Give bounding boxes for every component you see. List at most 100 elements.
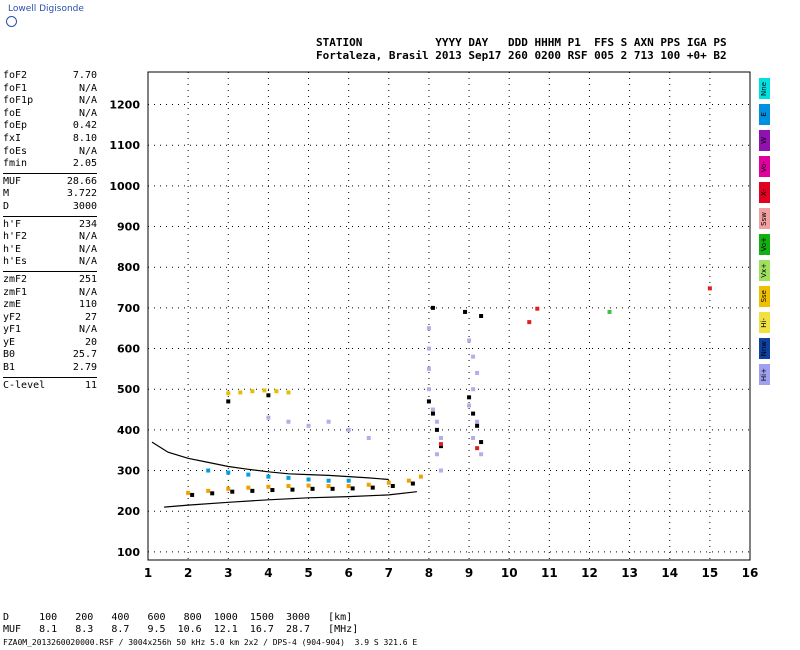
data-point bbox=[438, 468, 443, 473]
data-point bbox=[471, 411, 476, 416]
legend-label: E bbox=[760, 112, 768, 117]
data-point bbox=[286, 390, 291, 395]
data-point bbox=[226, 486, 231, 491]
legend-swatch: E bbox=[759, 104, 770, 125]
data-point bbox=[406, 478, 411, 483]
legend-label: Nne bbox=[760, 81, 768, 96]
data-point bbox=[535, 306, 540, 311]
data-point bbox=[330, 486, 335, 491]
y-tick-label: 400 bbox=[117, 424, 140, 437]
data-point bbox=[206, 488, 211, 493]
data-point bbox=[286, 483, 291, 488]
x-tick-label: 16 bbox=[742, 566, 759, 580]
data-point bbox=[306, 483, 311, 488]
legend-label: Sse bbox=[760, 290, 768, 303]
data-point bbox=[306, 477, 311, 482]
data-point bbox=[430, 411, 435, 416]
y-tick-label: 300 bbox=[117, 465, 140, 478]
data-point bbox=[310, 486, 315, 491]
data-point bbox=[463, 309, 468, 314]
y-tick-label: 1000 bbox=[109, 180, 140, 193]
data-point bbox=[306, 423, 311, 428]
legend-swatch: Hi+ bbox=[759, 364, 770, 385]
data-point bbox=[326, 478, 331, 483]
y-tick-label: 1200 bbox=[109, 99, 140, 112]
x-tick-label: 2 bbox=[184, 566, 192, 580]
data-point bbox=[467, 403, 472, 408]
data-point bbox=[479, 440, 484, 445]
x-tick-label: 4 bbox=[264, 566, 272, 580]
data-point bbox=[186, 490, 191, 495]
y-tick-label: 900 bbox=[117, 221, 140, 234]
x-tick-label: 3 bbox=[224, 566, 232, 580]
polarization-legend: Nne E W Vo- X- Ssw Vo+ Vx+ Sse Hi- Nnw Hi+ bbox=[759, 78, 770, 390]
legend-swatch: Ssw bbox=[759, 208, 770, 229]
legend-label: Nnw bbox=[760, 340, 768, 357]
data-point bbox=[475, 423, 480, 428]
data-point bbox=[326, 483, 331, 488]
data-point bbox=[471, 387, 476, 392]
legend-label: Hi- bbox=[760, 317, 768, 328]
data-point bbox=[607, 309, 612, 314]
footer-muf-row: MUF 8.1 8.3 8.7 9.5 10.6 12.1 16.7 28.7 … bbox=[3, 624, 359, 635]
x-tick-label: 15 bbox=[702, 566, 719, 580]
data-point bbox=[471, 354, 476, 359]
y-tick-label: 500 bbox=[117, 383, 140, 396]
data-point bbox=[230, 489, 235, 494]
data-point bbox=[290, 487, 295, 492]
data-point bbox=[246, 485, 251, 490]
data-point bbox=[250, 389, 255, 394]
data-point bbox=[426, 326, 431, 331]
data-point bbox=[238, 390, 243, 395]
data-point bbox=[430, 407, 435, 412]
y-tick-label: 600 bbox=[117, 343, 140, 356]
legend-swatch: Nnw bbox=[759, 338, 770, 359]
data-point bbox=[434, 452, 439, 457]
x-tick-label: 5 bbox=[304, 566, 312, 580]
profile-line bbox=[151, 441, 389, 481]
data-point bbox=[266, 393, 271, 398]
data-point bbox=[190, 492, 195, 497]
data-point bbox=[438, 442, 443, 447]
data-point bbox=[270, 488, 275, 493]
y-tick-label: 700 bbox=[117, 302, 140, 315]
data-point bbox=[426, 366, 431, 371]
data-point bbox=[479, 452, 484, 457]
data-point bbox=[467, 395, 472, 400]
x-tick-label: 12 bbox=[581, 566, 598, 580]
data-point bbox=[326, 419, 331, 424]
data-point bbox=[475, 370, 480, 375]
data-point bbox=[467, 338, 472, 343]
legend-swatch: X- bbox=[759, 182, 770, 203]
legend-label: W bbox=[760, 137, 768, 144]
x-tick-label: 1 bbox=[144, 566, 152, 580]
legend-swatch: Vo+ bbox=[759, 234, 770, 255]
data-point bbox=[390, 483, 395, 488]
data-point bbox=[266, 415, 271, 420]
y-tick-label: 1100 bbox=[109, 139, 140, 152]
legend-label: X- bbox=[760, 189, 768, 196]
legend-label: Hi+ bbox=[760, 367, 768, 382]
data-point bbox=[426, 346, 431, 351]
data-point bbox=[386, 480, 391, 485]
data-point bbox=[346, 483, 351, 488]
data-point bbox=[246, 472, 251, 477]
data-point bbox=[370, 485, 375, 490]
data-point bbox=[418, 474, 423, 479]
x-tick-label: 9 bbox=[465, 566, 473, 580]
data-point bbox=[475, 419, 480, 424]
x-tick-label: 13 bbox=[621, 566, 638, 580]
data-point bbox=[479, 314, 484, 318]
legend-label: Vx+ bbox=[760, 263, 768, 278]
data-point bbox=[226, 399, 231, 404]
data-point bbox=[266, 474, 271, 479]
data-point bbox=[410, 481, 415, 486]
x-tick-label: 11 bbox=[541, 566, 558, 580]
data-point bbox=[226, 470, 231, 475]
legend-label: Vo- bbox=[760, 160, 768, 173]
data-point bbox=[286, 475, 291, 480]
data-point bbox=[434, 419, 439, 424]
footer-distance-row: D 100 200 400 600 800 1000 1500 3000 [km… bbox=[3, 612, 353, 623]
legend-swatch: Vx+ bbox=[759, 260, 770, 281]
data-point bbox=[346, 427, 351, 432]
